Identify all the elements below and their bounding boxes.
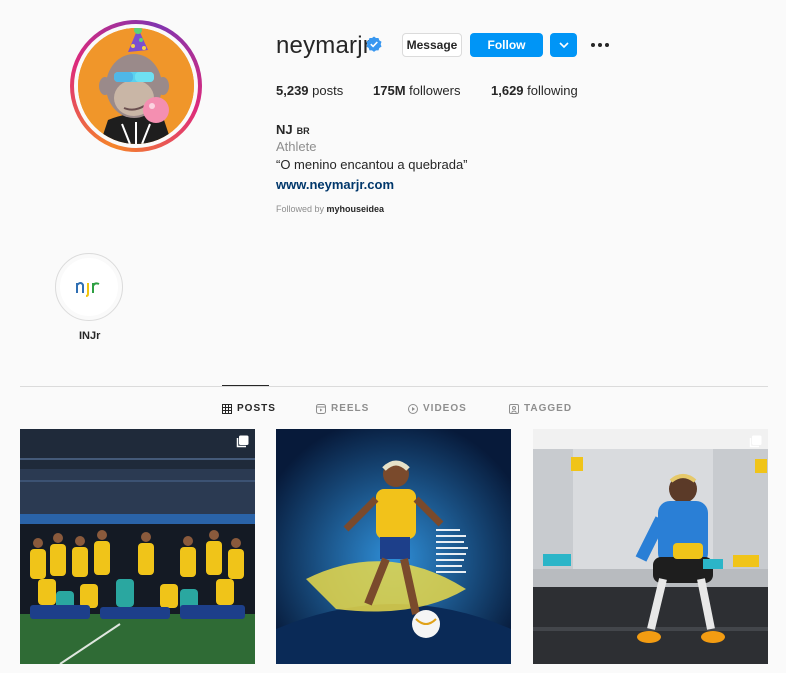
- reels-icon: [316, 403, 326, 414]
- bored-ape-avatar-image: [78, 28, 194, 144]
- profile-avatar[interactable]: [78, 28, 194, 144]
- team-photo-image: [20, 429, 255, 664]
- following-label: following: [527, 83, 578, 98]
- locker-room-photo-image: [533, 429, 768, 664]
- followers-label: followers: [409, 83, 461, 98]
- tab-posts-label: POSTS: [237, 403, 276, 414]
- followed-by-user[interactable]: myhouseidea: [327, 204, 385, 214]
- player-action-poster-image: [276, 429, 511, 664]
- bio-name: NJ BR: [276, 122, 310, 137]
- followed-by[interactable]: Followed by myhouseidea: [276, 204, 384, 214]
- multi-image-icon: [749, 435, 762, 448]
- tab-videos-label: VIDEOS: [423, 403, 467, 414]
- tab-tagged-label: TAGGED: [524, 403, 573, 414]
- avatar-frame: [74, 24, 198, 148]
- verified-badge-icon: [366, 36, 382, 52]
- posts-count: 5,239: [276, 83, 309, 98]
- post-thumbnail[interactable]: [533, 429, 768, 664]
- tab-videos[interactable]: VIDEOS: [408, 403, 467, 414]
- posts-count-stat: 5,239 posts: [276, 83, 343, 98]
- full-name: NJ: [276, 122, 293, 137]
- message-button[interactable]: Message: [402, 33, 462, 57]
- tab-tagged[interactable]: TAGGED: [509, 403, 572, 414]
- followers-count-stat[interactable]: 175M followers: [373, 83, 460, 98]
- highlight-label: INJr: [79, 330, 101, 342]
- more-options-icon: [591, 43, 609, 47]
- following-count-stat[interactable]: 1,629 following: [491, 83, 578, 98]
- multi-image-icon: [236, 435, 249, 448]
- bio-text: “O menino encantou a quebrada”: [276, 157, 468, 172]
- tab-reels[interactable]: REELS: [316, 403, 369, 414]
- grid-icon: [222, 403, 232, 414]
- following-count: 1,629: [491, 83, 524, 98]
- country-code: BR: [296, 126, 310, 136]
- followers-count: 175M: [373, 83, 406, 98]
- njr-logo-icon: [76, 282, 100, 297]
- options-button[interactable]: [590, 36, 610, 54]
- post-thumbnail[interactable]: [20, 429, 255, 664]
- active-tab-indicator: [222, 385, 269, 386]
- chevron-down-icon: [558, 42, 569, 48]
- profile-avatar-ring[interactable]: [70, 20, 202, 152]
- post-thumbnail[interactable]: [276, 429, 511, 664]
- suggested-accounts-button[interactable]: [550, 33, 577, 57]
- tabs-divider: [20, 386, 768, 387]
- story-highlight[interactable]: [55, 253, 123, 321]
- tag-icon: [509, 403, 519, 414]
- tab-reels-label: REELS: [331, 403, 370, 414]
- follow-button[interactable]: Follow: [470, 33, 543, 57]
- followed-by-prefix: Followed by: [276, 204, 325, 214]
- highlight-cover: [60, 258, 118, 316]
- posts-label: posts: [312, 83, 344, 98]
- profile-username: neymarjr: [276, 32, 371, 59]
- tab-posts[interactable]: POSTS: [222, 403, 276, 414]
- bio-website-link[interactable]: www.neymarjr.com: [276, 177, 394, 192]
- play-icon: [408, 403, 418, 414]
- bio-category: Athlete: [276, 139, 317, 154]
